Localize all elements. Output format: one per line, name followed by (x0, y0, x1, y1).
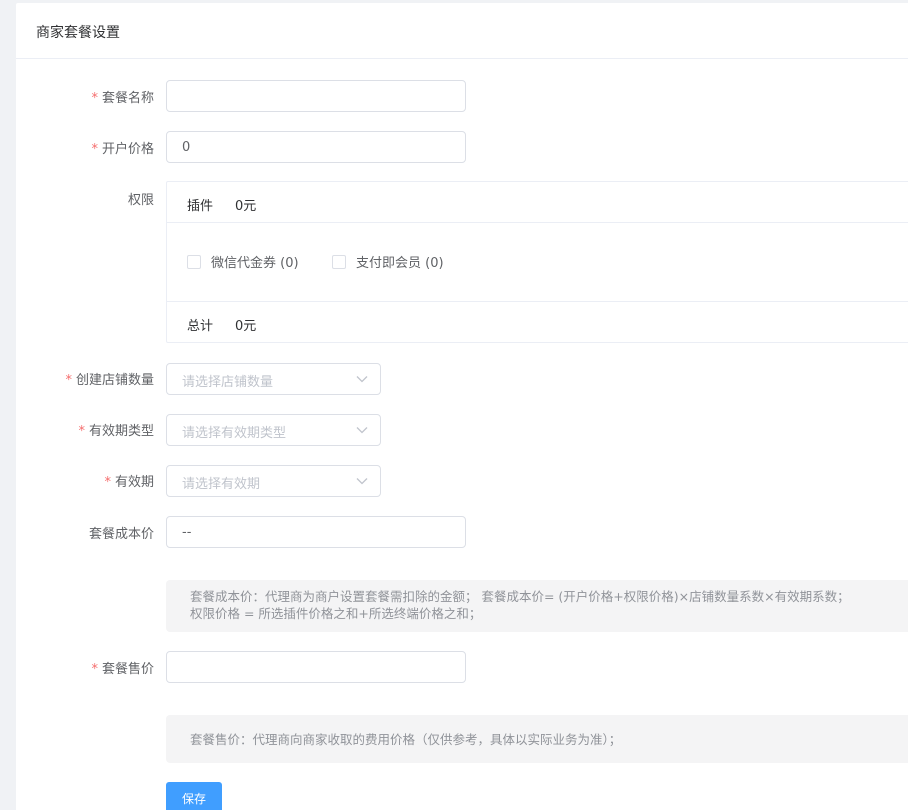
cost-price-input[interactable] (166, 516, 466, 548)
save-button[interactable]: 保存 (166, 782, 222, 810)
sale-price-input[interactable] (166, 651, 466, 683)
chevron-down-icon (356, 478, 368, 485)
required-mark: * (65, 373, 72, 388)
option-wechat-coupon[interactable]: 微信代金券 (0) (187, 252, 299, 271)
required-mark: * (91, 142, 98, 157)
open-price-label: * 开户价格 (91, 142, 154, 157)
store-count-select[interactable]: 请选择店铺数量 (166, 363, 381, 395)
checkbox-label[interactable]: 支付即会员 (0) (356, 252, 444, 271)
cost-price-label: 套餐成本价 (88, 527, 154, 542)
total-row: 总计 0元 (167, 301, 908, 343)
name-label: * 套餐名称 (91, 91, 154, 106)
checkbox[interactable] (332, 254, 346, 269)
plugin-row: 插件 0元 (167, 182, 908, 223)
plugin-key: 插件 (187, 199, 214, 214)
sale-price-tip: 套餐售价：代理商向商家收取的费用价格（仅供参考，具体以实际业务为准）； (166, 715, 908, 763)
checkbox-label[interactable]: 微信代金券 (0) (211, 252, 299, 271)
validity-label: * 有效期 (104, 475, 154, 490)
required-mark: * (91, 662, 98, 677)
cost-price-tip: 套餐成本价：代理商为商户设置套餐需扣除的金额； 套餐成本价= (开户价格+权限价… (166, 580, 908, 632)
validity-type-label: * 有效期类型 (78, 424, 154, 439)
select-placeholder: 请选择有效期类型 (182, 426, 287, 441)
select-placeholder: 请选择有效期 (182, 477, 261, 492)
store-count-label: * 创建店铺数量 (65, 373, 154, 388)
chevron-down-icon (356, 376, 368, 383)
checkbox[interactable] (187, 254, 201, 269)
permissions-panel: 插件 0元 微信代金券 (0) 支付即会员 (0) 总计 0元 (166, 181, 908, 343)
required-mark: * (91, 91, 98, 106)
total-key: 总计 (187, 319, 214, 334)
validity-select[interactable]: 请选择有效期 (166, 465, 381, 497)
package-name-input[interactable] (166, 80, 466, 112)
required-mark: * (104, 475, 111, 490)
plugin-value: 0元 (235, 199, 257, 214)
validity-type-select[interactable]: 请选择有效期类型 (166, 414, 381, 446)
sale-price-label: * 套餐售价 (91, 662, 154, 677)
tip-line: 套餐售价：代理商向商家收取的费用价格（仅供参考，具体以实际业务为准）； (190, 732, 622, 747)
card-header: 商家套餐设置 (16, 3, 908, 59)
tip-line: 权限价格 = 所选插件价格之和+所选终端价格之和； (190, 606, 482, 621)
open-price-input[interactable] (166, 131, 466, 163)
total-value: 0元 (235, 319, 257, 334)
tip-line: 套餐成本价：代理商为商户设置套餐需扣除的金额； 套餐成本价= (开户价格+权限价… (190, 589, 850, 604)
option-pay-member[interactable]: 支付即会员 (0) (332, 252, 444, 271)
required-mark: * (78, 424, 85, 439)
permissions-label: 权限 (127, 193, 154, 208)
page-title: 商家套餐设置 (36, 25, 120, 41)
select-placeholder: 请选择店铺数量 (182, 375, 274, 390)
settings-card: 商家套餐设置 *套餐名称 *开户价格 权限 插件 0元 微信代金券 (0) 支付… (16, 3, 908, 810)
chevron-down-icon (356, 427, 368, 434)
